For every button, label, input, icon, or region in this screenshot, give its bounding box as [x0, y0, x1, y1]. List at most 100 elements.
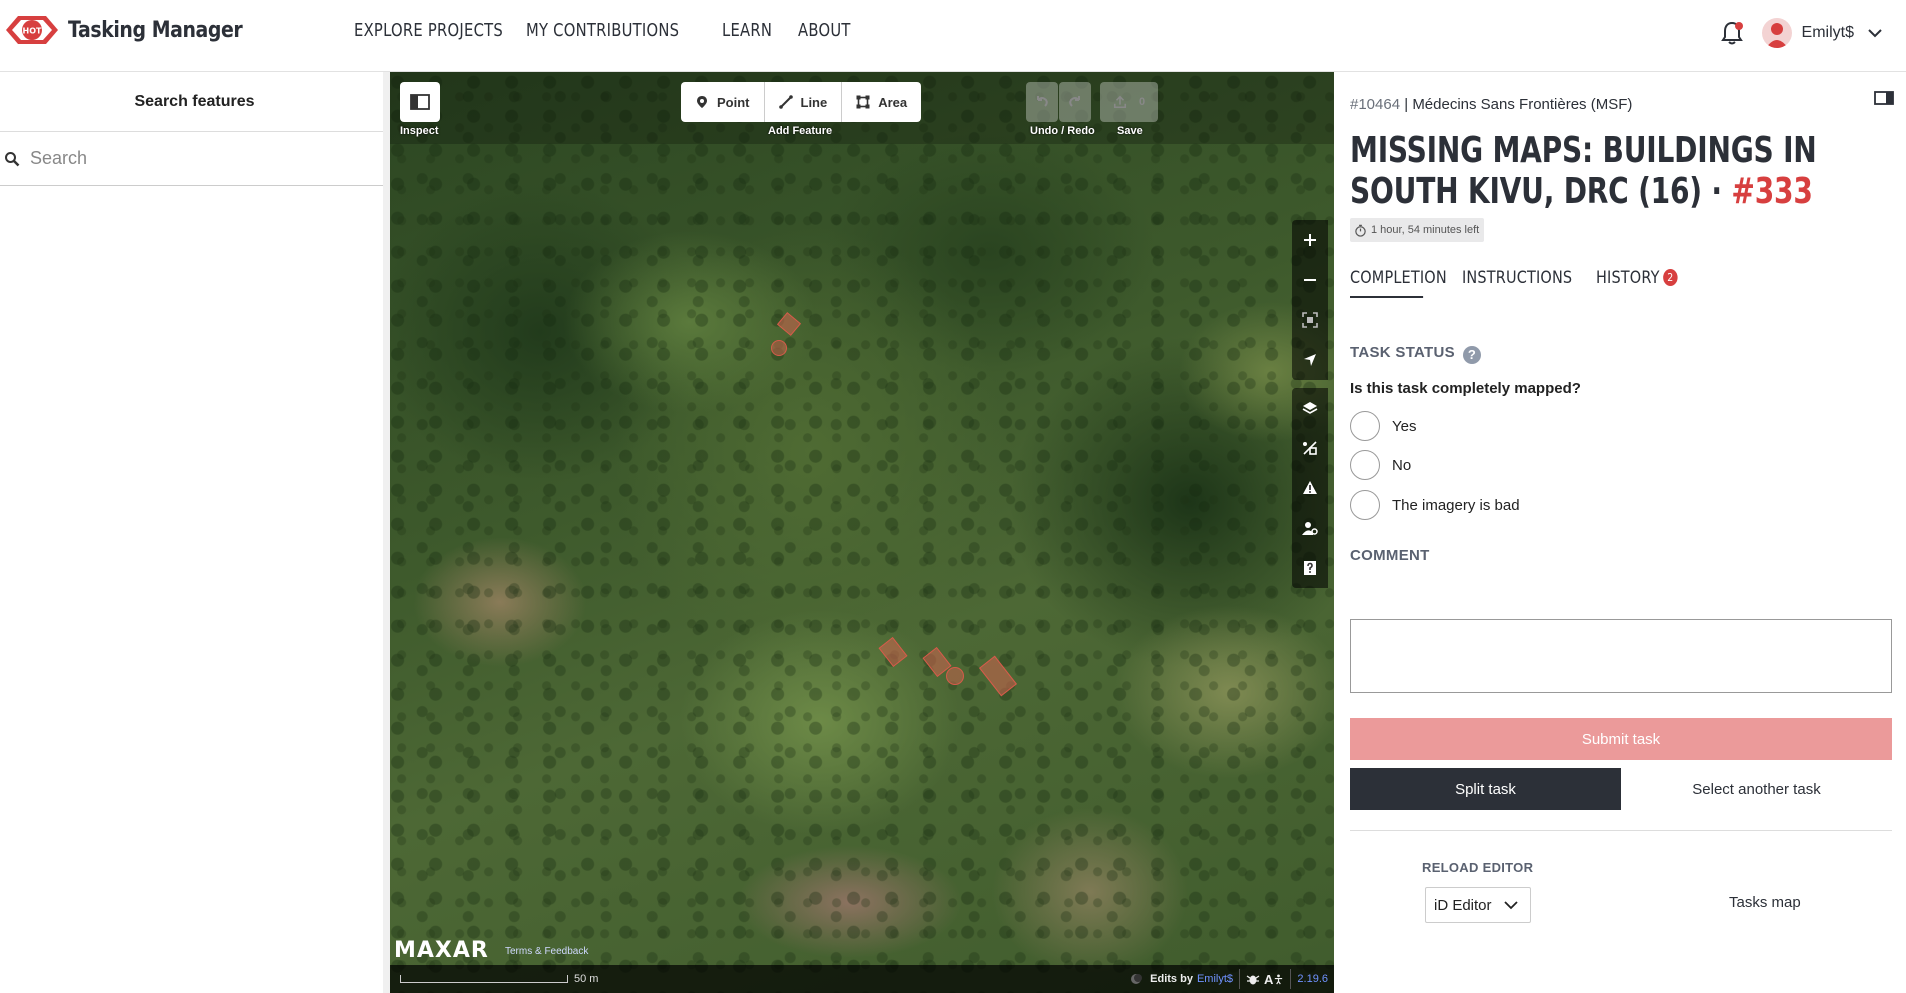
layers-icon — [1302, 402, 1318, 414]
logo-link[interactable]: HOT Tasking Manager — [6, 12, 271, 48]
task-tabs: COMPLETION INSTRUCTIONS HISTORY 2 — [1350, 268, 1718, 298]
map-data-icon — [1303, 441, 1317, 455]
username[interactable]: Emilyt$ — [1802, 24, 1854, 42]
search-input[interactable] — [30, 148, 370, 169]
building-area[interactable] — [771, 340, 787, 356]
issues-button[interactable] — [1292, 468, 1328, 508]
map-controls — [1292, 220, 1328, 596]
issues-icon — [1303, 481, 1317, 494]
option-bad-imagery-label: The imagery is bad — [1392, 496, 1520, 514]
nav-about[interactable]: ABOUT — [798, 20, 850, 41]
question-mark-icon[interactable]: ? — [1462, 346, 1481, 364]
moon-icon — [1131, 974, 1143, 984]
nav-explore-projects[interactable]: EXPLORE PROJECTS — [354, 20, 503, 41]
background-layers-button[interactable] — [1292, 388, 1328, 428]
svg-text:HOT: HOT — [23, 27, 42, 36]
save-label: Save — [1117, 125, 1143, 137]
footer-separator — [1290, 969, 1292, 989]
inspect-button[interactable] — [400, 82, 440, 122]
preferences-icon — [1302, 522, 1318, 535]
add-feature-group: Point Line Area — [681, 82, 922, 122]
option-yes[interactable]: Yes — [1350, 411, 1416, 441]
zoom-out-button[interactable] — [1292, 260, 1328, 300]
tab-history-label: HISTORY — [1596, 268, 1660, 288]
title-separator: · — [1711, 171, 1722, 212]
accessibility-icon — [1275, 973, 1283, 984]
inspect-label: Inspect — [400, 125, 439, 137]
split-task-button[interactable]: Split task — [1350, 768, 1621, 810]
point-marker-icon — [697, 96, 707, 108]
completion-question: Is this task completely mapped? — [1350, 380, 1581, 397]
scale-label: 50 m — [574, 973, 599, 985]
scale-bar[interactable] — [400, 975, 568, 983]
satellite-imagery — [390, 72, 1334, 993]
select-another-task-button[interactable]: Select another task — [1621, 768, 1892, 810]
add-line-button[interactable]: Line — [765, 82, 843, 122]
area-icon — [856, 95, 870, 109]
radio-yes[interactable] — [1350, 411, 1380, 441]
terms-feedback-link[interactable]: Terms & Feedback — [505, 946, 588, 957]
panel-resizer[interactable] — [383, 72, 390, 993]
edits-by-user-link[interactable]: Emilyt$ — [1197, 973, 1233, 985]
help-button[interactable] — [1292, 548, 1328, 588]
add-area-button[interactable]: Area — [842, 82, 921, 122]
tab-completion[interactable]: COMPLETION — [1350, 268, 1447, 298]
edits-by-label: Edits by — [1150, 973, 1193, 985]
submit-task-button[interactable]: Submit task — [1350, 718, 1892, 760]
chevron-down-icon[interactable] — [1868, 28, 1882, 38]
radio-no[interactable] — [1350, 450, 1380, 480]
project-title: MISSING MAPS: BUILDINGS IN SOUTH KIVU, D… — [1350, 130, 1896, 212]
add-feature-label: Add Feature — [768, 125, 833, 137]
search-features-heading: Search features — [0, 72, 389, 132]
project-meta: #10464 | Médecins Sans Frontières (MSF) — [1350, 96, 1632, 113]
preferences-button[interactable] — [1292, 508, 1328, 548]
geolocate-button[interactable] — [1292, 340, 1328, 380]
add-line-label: Line — [800, 94, 828, 110]
divider — [1350, 830, 1892, 831]
panel-controls — [1292, 388, 1328, 588]
comment-heading: COMMENT — [1350, 547, 1430, 564]
map-data-button[interactable] — [1292, 428, 1328, 468]
line-icon — [778, 95, 793, 109]
collapse-panel-icon[interactable] — [1874, 90, 1894, 106]
comment-field[interactable] — [1350, 619, 1892, 693]
tab-instructions[interactable]: INSTRUCTIONS — [1462, 268, 1572, 298]
radio-bad-imagery[interactable] — [1350, 490, 1380, 520]
project-id-link[interactable]: #10464 — [1350, 96, 1400, 113]
user-area: Emilyt$ — [1720, 18, 1882, 48]
organisation-name: Médecins Sans Frontières (MSF) — [1412, 96, 1633, 113]
nav-learn[interactable]: LEARN — [722, 20, 772, 41]
add-point-label: Point — [717, 94, 750, 110]
tasks-map-link[interactable]: Tasks map — [1729, 894, 1801, 911]
avatar[interactable] — [1761, 18, 1792, 48]
search-row — [0, 132, 389, 186]
add-point-button[interactable]: Point — [681, 82, 765, 122]
option-no[interactable]: No — [1350, 450, 1411, 480]
editor-select[interactable]: iD Editor — [1425, 887, 1531, 923]
add-area-label: Area — [878, 94, 908, 110]
bug-icon[interactable] — [1246, 972, 1260, 986]
save-button[interactable]: 0 — [1100, 82, 1158, 122]
task-status-heading: TASK STATUS? — [1350, 344, 1481, 364]
nav-my-contributions[interactable]: MY CONTRIBUTIONS — [526, 20, 679, 41]
redo-button[interactable] — [1059, 82, 1091, 122]
option-no-label: No — [1392, 456, 1412, 474]
task-number: #333 — [1731, 171, 1813, 212]
feature-search-panel: Search features — [0, 72, 390, 993]
building-area[interactable] — [946, 667, 964, 685]
help-icon — [1304, 561, 1316, 575]
zoom-in-button[interactable] — [1292, 220, 1328, 260]
task-panel: #10464 | Médecins Sans Frontières (MSF) … — [1334, 72, 1906, 993]
option-bad-imagery[interactable]: The imagery is bad — [1350, 490, 1520, 520]
notifications-bell-icon[interactable] — [1720, 20, 1744, 46]
version-link[interactable]: 2.19.6 — [1297, 973, 1328, 985]
zoom-to-selection-button[interactable] — [1292, 300, 1328, 340]
undo-button[interactable] — [1026, 82, 1058, 122]
history-count-badge: 2 — [1663, 269, 1678, 286]
chevron-down-icon — [1503, 901, 1518, 910]
accessibility-toggle[interactable]: A — [1264, 972, 1273, 987]
option-yes-label: Yes — [1392, 417, 1417, 435]
zoom-in-icon — [1304, 234, 1316, 246]
map-canvas[interactable]: Inspect Point Line Area Add Feature Undo… — [390, 72, 1334, 993]
tab-history[interactable]: HISTORY 2 — [1596, 268, 1678, 298]
